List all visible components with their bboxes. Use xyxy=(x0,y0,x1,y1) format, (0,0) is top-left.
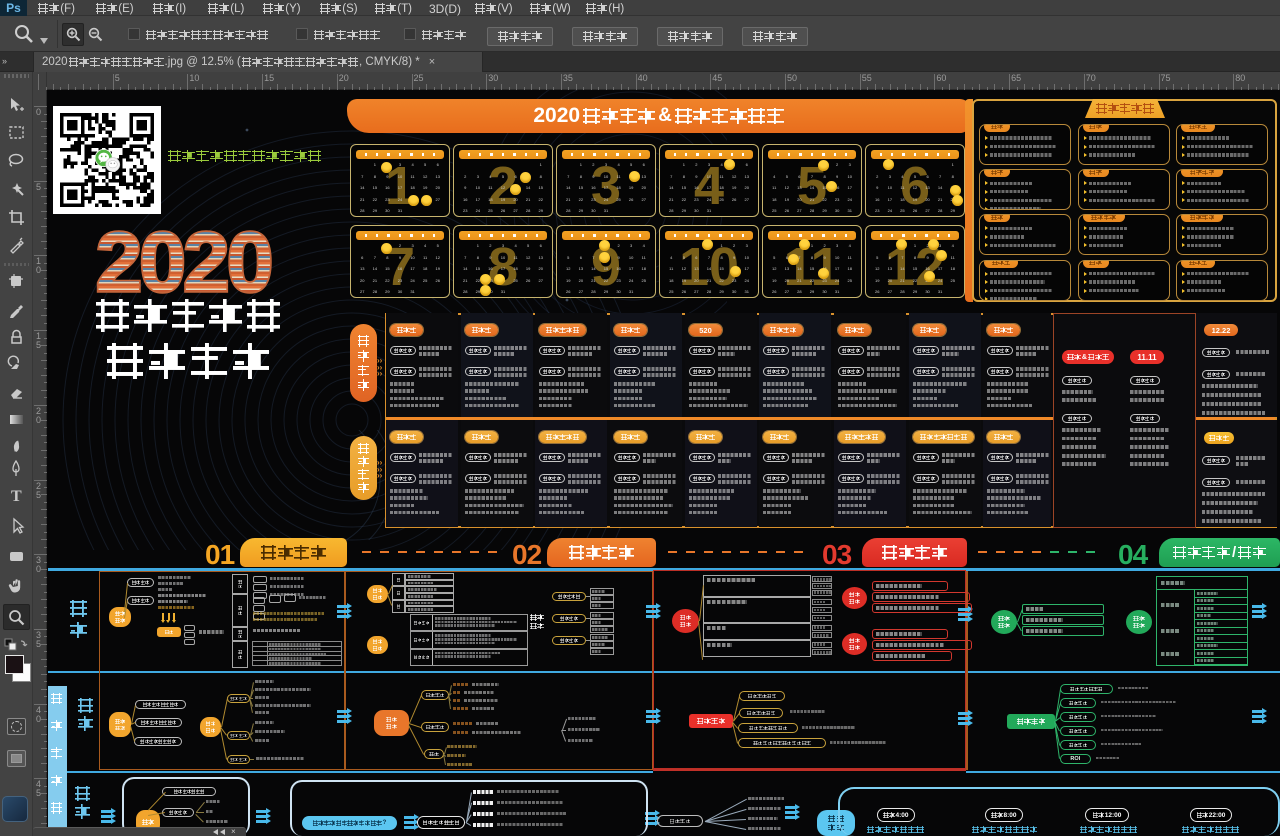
svg-text:T: T xyxy=(11,488,22,505)
